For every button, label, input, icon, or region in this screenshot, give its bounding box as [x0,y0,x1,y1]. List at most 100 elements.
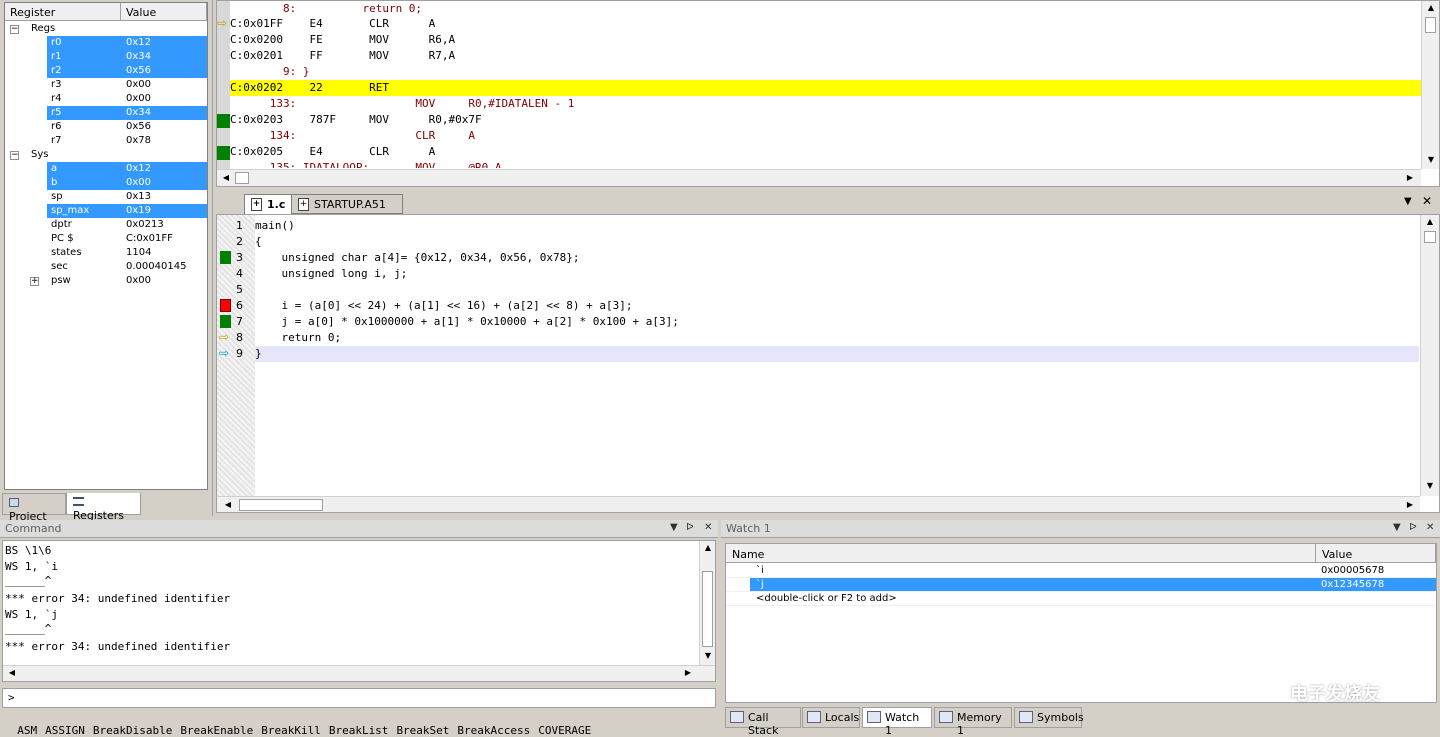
disasm-vertical-scrollbar[interactable]: ▲ ▼ [1421,1,1439,169]
tab-locals[interactable]: Locals [802,707,860,728]
register-row-b[interactable]: b 0x00 [5,176,207,190]
register-row-psw[interactable]: psw 0x00 [5,274,207,288]
scroll-up-icon[interactable]: ▲ [1424,3,1438,12]
scroll-thumb[interactable] [1425,17,1436,33]
disasm-line[interactable]: C:0x0200 FE MOV R6,A [230,32,1422,48]
scroll-right-icon[interactable]: ▶ [1403,500,1417,509]
scroll-left-icon[interactable]: ◀ [221,500,235,509]
scroll-down-icon[interactable]: ▼ [1424,155,1438,164]
watch-row-selected[interactable]: `j 0x12345678 [726,578,1436,592]
code-line[interactable]: 4 unsigned long i, j; [217,266,1420,282]
register-row-pc[interactable]: PC $ C:0x01FF [5,232,207,246]
scroll-down-icon[interactable]: ▼ [701,651,715,660]
tab-startup-a51[interactable]: + STARTUP.A51 [291,194,403,214]
tab-list-chevron-icon[interactable]: ▼ [1404,196,1412,207]
register-row-r0[interactable]: r0 0x12 [5,36,207,50]
tab-project[interactable]: Project [2,493,66,523]
disasm-horizontal-scrollbar[interactable]: ◀ ▶ [217,169,1421,186]
code-line[interactable]: 9} [217,346,1420,362]
dropdown-icon[interactable]: ▼ [1393,522,1401,533]
scroll-thumb[interactable] [1424,231,1436,243]
disasm-line[interactable]: 133: MOV R0,#IDATALEN - 1 [230,96,1422,112]
tab-symbols[interactable]: Symbols [1014,707,1084,728]
name-column-header[interactable]: Name [726,544,1316,563]
command-horizontal-scrollbar[interactable]: ◀ ▶ [3,665,715,681]
register-row-dptr[interactable]: dptr 0x0213 [5,218,207,232]
watch-row[interactable]: `i 0x00005678 [726,564,1436,578]
command-vertical-scrollbar[interactable]: ▲ ▼ [699,541,715,665]
register-row-r4[interactable]: r4 0x00 [5,92,207,106]
register-row-states[interactable]: states 1104 [5,246,207,260]
code-line[interactable]: 7 j = a[0] * 0x1000000 + a[1] * 0x10000 … [217,314,1420,330]
register-row-r1[interactable]: r1 0x34 [5,50,207,64]
scroll-thumb[interactable] [235,172,249,184]
output-line: ______^ [5,622,52,635]
command-input[interactable]: > [2,688,716,708]
scroll-right-icon[interactable]: ▶ [1403,173,1417,182]
memory-icon [939,711,953,723]
dropdown-icon[interactable]: ▼ [670,522,678,533]
disassembly-window[interactable]: ⇨ 8: return 0; C:0x01FF E4 CLR A C:0x020… [216,0,1440,187]
register-row-r7[interactable]: r7 0x78 [5,134,207,148]
register-row-r3[interactable]: r3 0x00 [5,78,207,92]
disasm-line[interactable]: 134: CLR A [230,128,1422,144]
editor-vertical-scrollbar[interactable]: ▲ ▼ [1420,215,1439,496]
close-icon[interactable]: ✕ [1426,522,1434,533]
disasm-line[interactable]: C:0x0201 FF MOV R7,A [230,48,1422,64]
scroll-left-icon[interactable]: ◀ [5,668,19,677]
register-row-r5[interactable]: r5 0x34 [5,106,207,120]
value-column-header[interactable]: Value [121,3,207,21]
scroll-thumb[interactable] [239,499,323,511]
watch-grid[interactable]: Name Value `i 0x00005678 `j 0x12345678 <do… [725,543,1437,703]
editor-horizontal-scrollbar[interactable]: ◀ ▶ [217,496,1420,512]
group-regs[interactable]: Regs [31,22,55,36]
source-editor[interactable]: ⇨ ⇨ 1 main() 2{ 3 unsigned char a[4]= {0x… [216,214,1440,513]
watch-add-row[interactable]: <double-click or F2 to add> [726,592,1436,606]
output-line: *** error 34: undefined identifier [5,640,231,653]
scroll-thumb[interactable] [702,571,713,647]
code-line[interactable]: 3 unsigned char a[4]= {0x12, 0x34, 0x56,… [217,250,1420,266]
disasm-line[interactable]: C:0x0203 787F MOV R0,#0x7F [230,112,1422,128]
collapse-regs-icon[interactable]: − [10,25,19,34]
group-sys[interactable]: Sys [31,148,48,162]
code-line[interactable]: 8 return 0; [217,330,1420,346]
disasm-line[interactable]: C:0x0205 E4 CLR A [230,144,1422,160]
tab-memory-1[interactable]: Memory 1 [934,707,1012,737]
disasm-line[interactable]: 135: IDATALOOP: MOV @R0,A [230,160,1422,168]
value-column-header[interactable]: Value [1316,544,1436,563]
register-row-sp-max[interactable]: sp_max 0x19 [5,204,207,218]
code-line[interactable]: 1 main() [217,218,1420,234]
register-row-sp[interactable]: sp 0x13 [5,190,207,204]
scroll-left-icon[interactable]: ◀ [219,173,233,182]
register-row-r2[interactable]: r2 0x56 [5,64,207,78]
command-output[interactable]: BS \1\6 WS 1, `i ______^ *** error 34: u… [2,540,716,682]
register-row-a[interactable]: a 0x12 [5,162,207,176]
code-line[interactable]: 2{ [217,234,1420,250]
collapse-sys-icon[interactable]: − [10,151,19,160]
disasm-line[interactable]: 8: return 0; [230,1,1422,17]
register-row-sec[interactable]: sec 0.00040145 [5,260,207,274]
close-icon[interactable]: ✕ [1422,194,1432,208]
pin-icon[interactable]: ᐅ [686,522,694,533]
register-row-r6[interactable]: r6 0x56 [5,120,207,134]
output-line: *** error 34: undefined identifier [5,592,231,605]
pin-icon[interactable]: ᐅ [1409,522,1417,533]
scroll-up-icon[interactable]: ▲ [1423,217,1437,226]
output-line: ______^ [5,574,52,587]
executed-marker [217,146,230,160]
register-tree[interactable]: Register Value − Regs r0 0x12 r1 0x34 r2 0x… [4,2,208,490]
tab-call-stack[interactable]: Call Stack [725,707,801,737]
disasm-current-line[interactable]: C:0x0202 22 RET [230,80,1422,96]
disasm-line[interactable]: C:0x01FF E4 CLR A [230,16,1422,32]
tab-registers[interactable]: Registers [66,493,141,522]
tab-watch-1[interactable]: Watch 1 [862,707,932,737]
asm-file-icon: + [298,198,309,211]
register-column-header[interactable]: Register [5,3,121,21]
scroll-right-icon[interactable]: ▶ [681,668,695,677]
scroll-up-icon[interactable]: ▲ [701,543,715,552]
close-icon[interactable]: ✕ [704,522,712,533]
code-line[interactable]: 5 [217,282,1420,298]
code-line[interactable]: 6 i = (a[0] << 24) + (a[1] << 16) + (a[2… [217,298,1420,314]
disasm-line[interactable]: 9: } [230,64,1422,80]
scroll-down-icon[interactable]: ▼ [1423,481,1437,490]
